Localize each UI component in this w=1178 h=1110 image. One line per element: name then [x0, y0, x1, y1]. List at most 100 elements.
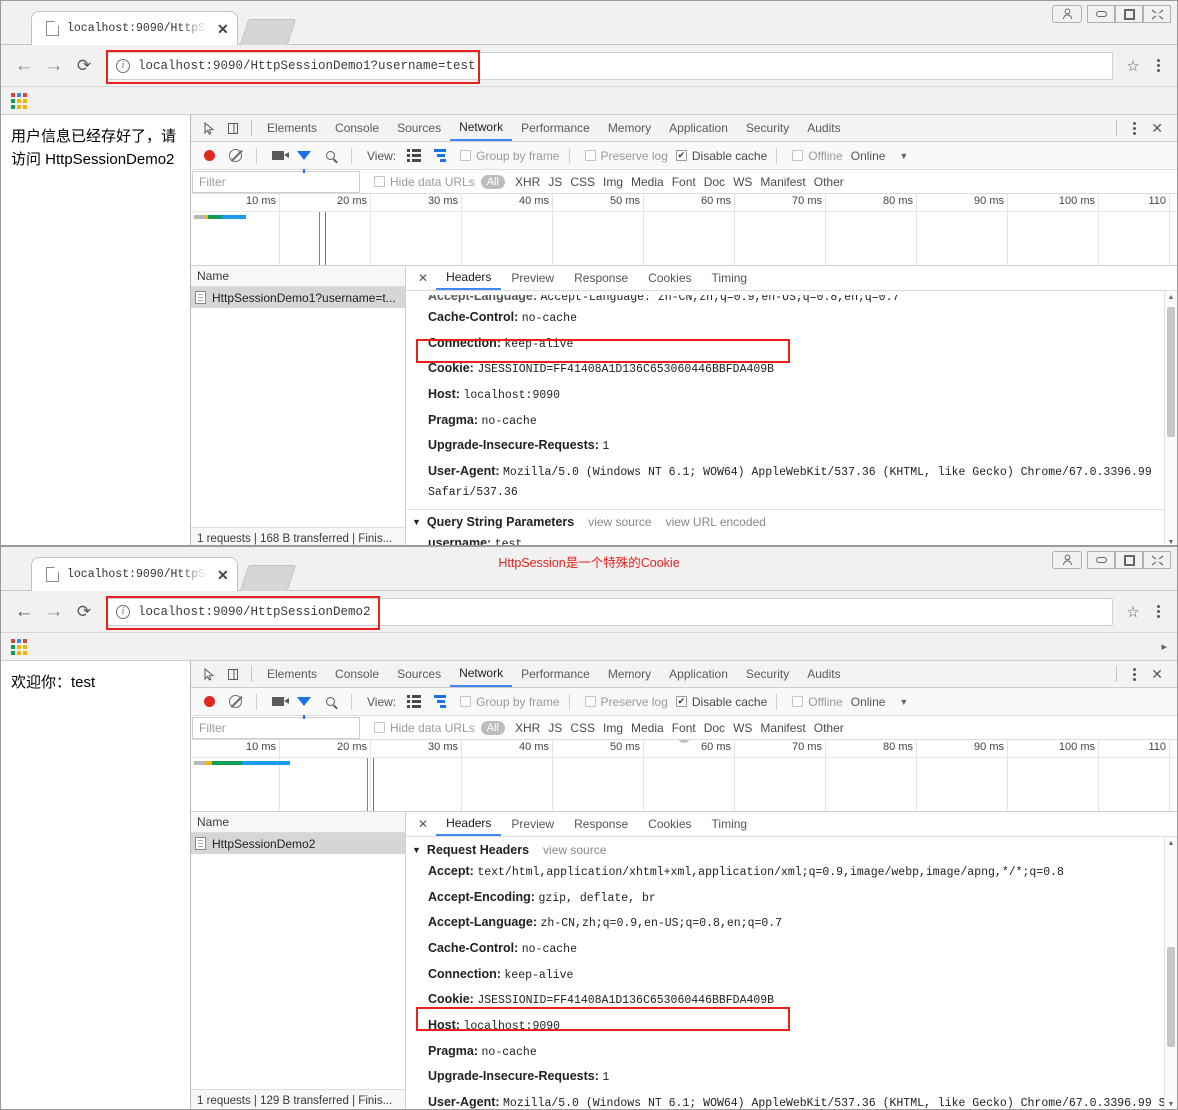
record-button[interactable]: [197, 144, 221, 168]
detail-tab-response[interactable]: Response: [564, 812, 638, 836]
bookmark-star-icon[interactable]: ☆: [1119, 598, 1147, 626]
search-icon[interactable]: [318, 144, 342, 168]
detail-tab-timing[interactable]: Timing: [702, 266, 758, 290]
detail-close-icon[interactable]: ✕: [410, 271, 436, 285]
minimize-button[interactable]: [1087, 551, 1115, 569]
detail-tab-headers[interactable]: Headers: [436, 812, 502, 836]
capture-screenshots-icon[interactable]: [266, 144, 290, 168]
scrollbar-thumb[interactable]: [1167, 947, 1175, 1047]
site-info-icon[interactable]: i: [116, 58, 130, 73]
online-throttle-label[interactable]: Online: [851, 149, 886, 163]
table-row[interactable]: HttpSessionDemo1?username=t...: [191, 287, 405, 308]
online-throttle-label[interactable]: Online: [851, 695, 886, 709]
filter-type-media[interactable]: Media: [627, 175, 668, 189]
devtools-tab-application[interactable]: Application: [660, 661, 737, 687]
maximize-button[interactable]: [1115, 551, 1143, 569]
filter-type-css[interactable]: CSS: [566, 175, 599, 189]
search-icon[interactable]: [318, 690, 342, 714]
back-button[interactable]: ←: [9, 597, 39, 627]
collapse-triangle-icon[interactable]: ▼: [412, 845, 421, 855]
filter-type-js[interactable]: JS: [544, 721, 566, 735]
chrome-menu-icon[interactable]: [1147, 605, 1169, 618]
forward-button[interactable]: →: [39, 597, 69, 627]
filter-type-manifest[interactable]: Manifest: [756, 175, 809, 189]
inspect-element-icon[interactable]: [197, 116, 221, 140]
filter-funnel-icon[interactable]: [292, 144, 316, 173]
minimize-button[interactable]: [1087, 5, 1115, 23]
chrome-menu-icon[interactable]: [1147, 59, 1169, 72]
filter-input[interactable]: Filter: [192, 170, 360, 193]
filter-input[interactable]: Filter: [192, 716, 360, 739]
detail-tab-response[interactable]: Response: [564, 266, 638, 290]
clear-button[interactable]: [223, 144, 247, 168]
detail-tab-cookies[interactable]: Cookies: [638, 266, 701, 290]
filter-type-doc[interactable]: Doc: [700, 721, 729, 735]
device-toolbar-icon[interactable]: [221, 116, 245, 140]
group-by-frame-checkbox[interactable]: Group by frame: [460, 695, 560, 709]
filter-type-ws[interactable]: WS: [729, 175, 756, 189]
browser-tab[interactable]: localhost:9090/HttpSes ✕: [31, 11, 238, 45]
list-view-icon[interactable]: [402, 144, 426, 168]
collapse-triangle-icon[interactable]: ▼: [412, 517, 421, 527]
address-bar[interactable]: i localhost:9090/HttpSessionDemo1?userna…: [106, 49, 1113, 84]
filter-type-doc[interactable]: Doc: [700, 175, 729, 189]
devtools-menu-icon[interactable]: [1123, 121, 1145, 135]
clear-button[interactable]: [223, 690, 247, 714]
close-window-button[interactable]: [1143, 551, 1171, 569]
reload-button[interactable]: ⟳: [69, 597, 99, 627]
new-tab-button[interactable]: [239, 19, 296, 45]
detail-tab-headers[interactable]: Headers: [436, 266, 502, 290]
scrollbar-thumb[interactable]: [1167, 307, 1175, 437]
devtools-tab-console[interactable]: Console: [326, 115, 388, 141]
filter-type-img[interactable]: Img: [599, 175, 627, 189]
filter-type-other[interactable]: Other: [810, 175, 848, 189]
filter-type-xhr[interactable]: XHR: [511, 721, 544, 735]
devtools-tab-memory[interactable]: Memory: [599, 661, 660, 687]
filter-type-media[interactable]: Media: [627, 721, 668, 735]
scroll-up-arrow-icon[interactable]: ▲: [1165, 291, 1177, 304]
filter-type-all[interactable]: All: [480, 720, 505, 735]
throttle-chevron-down-icon[interactable]: ▼: [899, 151, 908, 161]
tab-close-icon[interactable]: ✕: [207, 22, 229, 36]
scroll-up-arrow-icon[interactable]: ▲: [1165, 837, 1177, 850]
view-url-encoded-link[interactable]: view URL encoded: [666, 515, 766, 529]
detail-tab-preview[interactable]: Preview: [501, 812, 564, 836]
site-info-icon[interactable]: i: [116, 604, 130, 619]
devtools-tab-console[interactable]: Console: [326, 661, 388, 687]
filter-type-all[interactable]: All: [480, 174, 505, 189]
close-window-button[interactable]: [1143, 5, 1171, 23]
back-button[interactable]: ←: [9, 51, 39, 81]
filter-funnel-icon[interactable]: [292, 690, 316, 719]
tab-close-icon[interactable]: ✕: [207, 568, 229, 582]
address-bar[interactable]: i localhost:9090/HttpSessionDemo2: [106, 595, 1113, 630]
user-account-icon[interactable]: [1052, 5, 1082, 23]
view-source-link[interactable]: view source: [543, 843, 606, 857]
hide-data-urls-checkbox[interactable]: Hide data URLs: [374, 721, 475, 735]
devtools-tab-application[interactable]: Application: [660, 115, 737, 141]
disable-cache-checkbox[interactable]: Disable cache: [675, 695, 767, 709]
network-overview-timeline[interactable]: 10 ms 20 ms 30 ms 40 ms 50 ms 60 ms 70 m…: [191, 194, 1177, 266]
devtools-tab-sources[interactable]: Sources: [388, 661, 450, 687]
scroll-down-arrow-icon[interactable]: ▼: [1165, 536, 1177, 545]
waterfall-view-icon[interactable]: [428, 690, 452, 714]
capture-screenshots-icon[interactable]: [266, 690, 290, 714]
filter-type-xhr[interactable]: XHR: [511, 175, 544, 189]
waterfall-view-icon[interactable]: [428, 144, 452, 168]
devtools-tab-security[interactable]: Security: [737, 661, 798, 687]
filter-type-font[interactable]: Font: [668, 721, 700, 735]
device-toolbar-icon[interactable]: [221, 662, 245, 686]
bookmark-star-icon[interactable]: ☆: [1119, 52, 1147, 80]
preserve-log-checkbox[interactable]: Preserve log: [584, 149, 668, 163]
filter-type-js[interactable]: JS: [544, 175, 566, 189]
inspect-element-icon[interactable]: [197, 662, 221, 686]
devtools-tab-sources[interactable]: Sources: [388, 115, 450, 141]
scroll-down-arrow-icon[interactable]: ▼: [1165, 1098, 1177, 1109]
devtools-tab-network[interactable]: Network: [450, 115, 513, 141]
devtools-tab-performance[interactable]: Performance: [512, 115, 599, 141]
view-source-link[interactable]: view source: [588, 515, 651, 529]
reload-button[interactable]: ⟳: [69, 51, 99, 81]
filter-type-img[interactable]: Img: [599, 721, 627, 735]
devtools-close-icon[interactable]: ✕: [1145, 120, 1169, 137]
hide-data-urls-checkbox[interactable]: Hide data URLs: [374, 175, 475, 189]
devtools-tab-security[interactable]: Security: [737, 115, 798, 141]
